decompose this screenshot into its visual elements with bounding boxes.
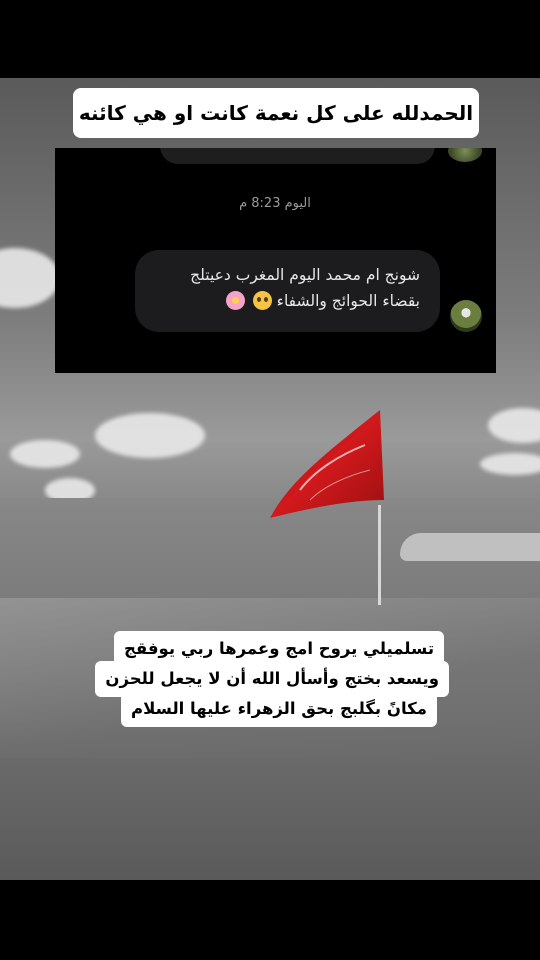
top-caption: الحمدلله على كل نعمة كانت او هي كائنه xyxy=(73,88,479,138)
bottom-caption-line-3: مكانً بگلبج بحق الزهراء عليها السلام xyxy=(121,691,437,727)
red-flag xyxy=(270,410,384,518)
cloud xyxy=(95,413,205,458)
cloud xyxy=(0,248,60,308)
chat-screenshot: اليوم 8:23 م شونج ام محمد اليوم المغرب د… xyxy=(55,148,496,373)
cherry-blossom-emoji xyxy=(225,291,245,310)
message-text-line-1: شونج ام محمد اليوم المغرب دعيتلج xyxy=(190,266,420,284)
cloud xyxy=(10,440,80,468)
cloud xyxy=(488,408,540,443)
next-timestamp-cropped: — xyxy=(269,366,281,373)
top-black-bar xyxy=(0,0,540,78)
flag-pole xyxy=(378,505,381,605)
top-caption-text: الحمدلله على كل نعمة كانت او هي كائنه xyxy=(78,101,474,125)
water xyxy=(400,533,540,561)
message-timestamp: اليوم 8:23 م xyxy=(239,196,311,211)
pleading-face-emoji xyxy=(252,291,272,310)
previous-message-bubble xyxy=(160,148,435,164)
message-bubble[interactable]: شونج ام محمد اليوم المغرب دعيتلج بقضاء ا… xyxy=(135,250,440,332)
bottom-caption: تسلميلي يروح امج وعمرها ربي يوفقج ويسعد … xyxy=(95,631,449,727)
cloud xyxy=(480,453,540,475)
sender-avatar[interactable] xyxy=(450,300,482,332)
avatar xyxy=(448,148,482,162)
bottom-black-bar xyxy=(0,880,540,960)
message-text-line-2: بقضاء الحوائج والشفاء xyxy=(153,288,420,314)
